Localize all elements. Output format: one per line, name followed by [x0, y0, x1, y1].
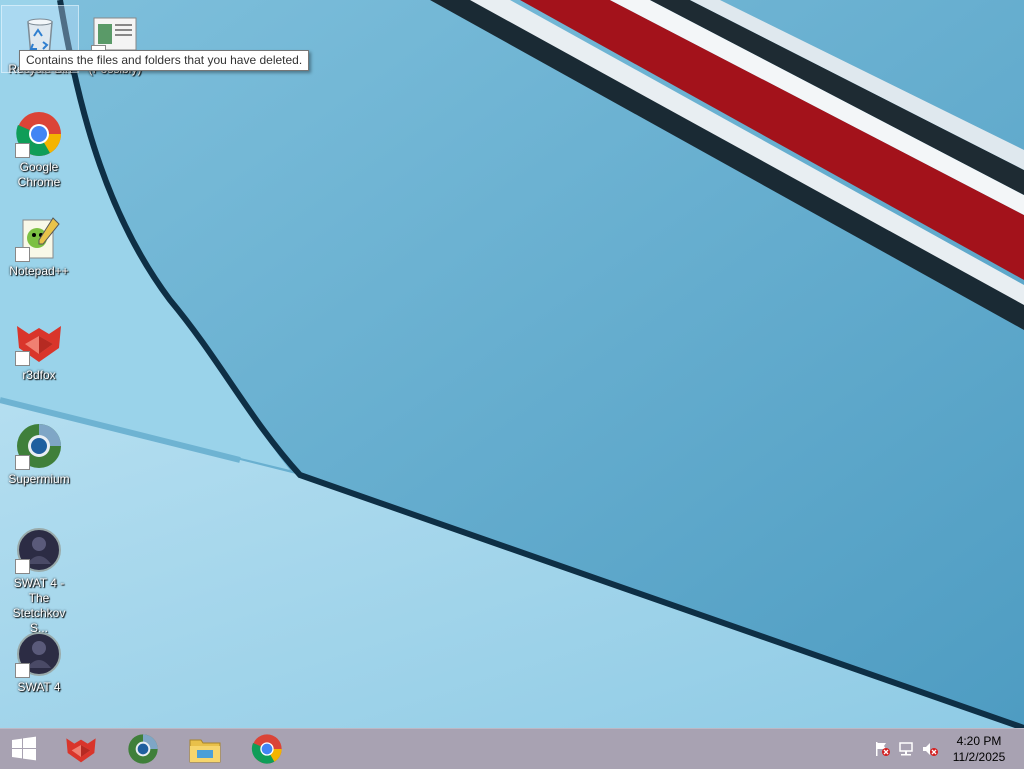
- shortcut-arrow-icon: [15, 247, 30, 262]
- file-explorer-icon: [189, 739, 221, 763]
- swat4-icon: [15, 630, 63, 678]
- recycle-bin-tooltip: Contains the files and folders that you …: [19, 50, 310, 71]
- start-button[interactable]: [0, 729, 48, 769]
- windows-logo-icon: [12, 736, 36, 761]
- shortcut-arrow-icon: [15, 351, 30, 366]
- taskbar-r3dfox-button[interactable]: [52, 729, 110, 769]
- action-center-flag-icon[interactable]: [873, 741, 891, 757]
- swat4-label: SWAT 4: [17, 680, 61, 694]
- notepad-plus-plus-shortcut[interactable]: Notepad++: [1, 208, 77, 279]
- swat4-tss-icon: [15, 526, 63, 574]
- taskbar-file-explorer-button[interactable]: [176, 729, 234, 769]
- chrome-icon: [15, 110, 63, 158]
- clock-date: 11/2/2025: [952, 750, 1006, 764]
- shortcut-arrow-icon: [15, 559, 30, 574]
- clock-time: 4:20 PM: [956, 734, 1002, 748]
- chrome-icon: [251, 734, 282, 764]
- wallpaper: [0, 0, 1024, 728]
- r3dfox-label: r3dfox: [22, 368, 56, 382]
- taskbar-clock[interactable]: 4:20 PM 11/2/2025: [944, 733, 1014, 765]
- desktop[interactable]: Recycle Bin (Possibly): [0, 0, 1024, 728]
- swat4-tss-shortcut[interactable]: SWAT 4 - The Stetchkov S...: [1, 520, 77, 636]
- taskbar-supermium-button[interactable]: [114, 729, 172, 769]
- notepad-plus-plus-icon: [15, 214, 63, 262]
- r3dfox-icon: [66, 738, 96, 763]
- google-chrome-shortcut[interactable]: Google Chrome: [1, 104, 77, 190]
- supermium-label: Supermium: [8, 472, 70, 486]
- notepad-plus-plus-label: Notepad++: [9, 264, 69, 278]
- network-icon[interactable]: [897, 741, 915, 757]
- supermium-icon: [128, 734, 158, 764]
- r3dfox-icon: [15, 318, 63, 366]
- r3dfox-shortcut[interactable]: r3dfox: [1, 312, 77, 383]
- taskbar: 4:20 PM 11/2/2025: [0, 728, 1024, 769]
- swat4-shortcut[interactable]: SWAT 4: [1, 624, 77, 695]
- taskbar-chrome-button[interactable]: [238, 729, 296, 769]
- shortcut-arrow-icon: [15, 455, 30, 470]
- google-chrome-label: Google Chrome: [17, 160, 61, 189]
- shortcut-arrow-icon: [15, 663, 30, 678]
- supermium-icon: [15, 422, 63, 470]
- shortcut-arrow-icon: [15, 143, 30, 158]
- volume-muted-icon[interactable]: [921, 741, 939, 757]
- supermium-shortcut[interactable]: Supermium: [1, 416, 77, 487]
